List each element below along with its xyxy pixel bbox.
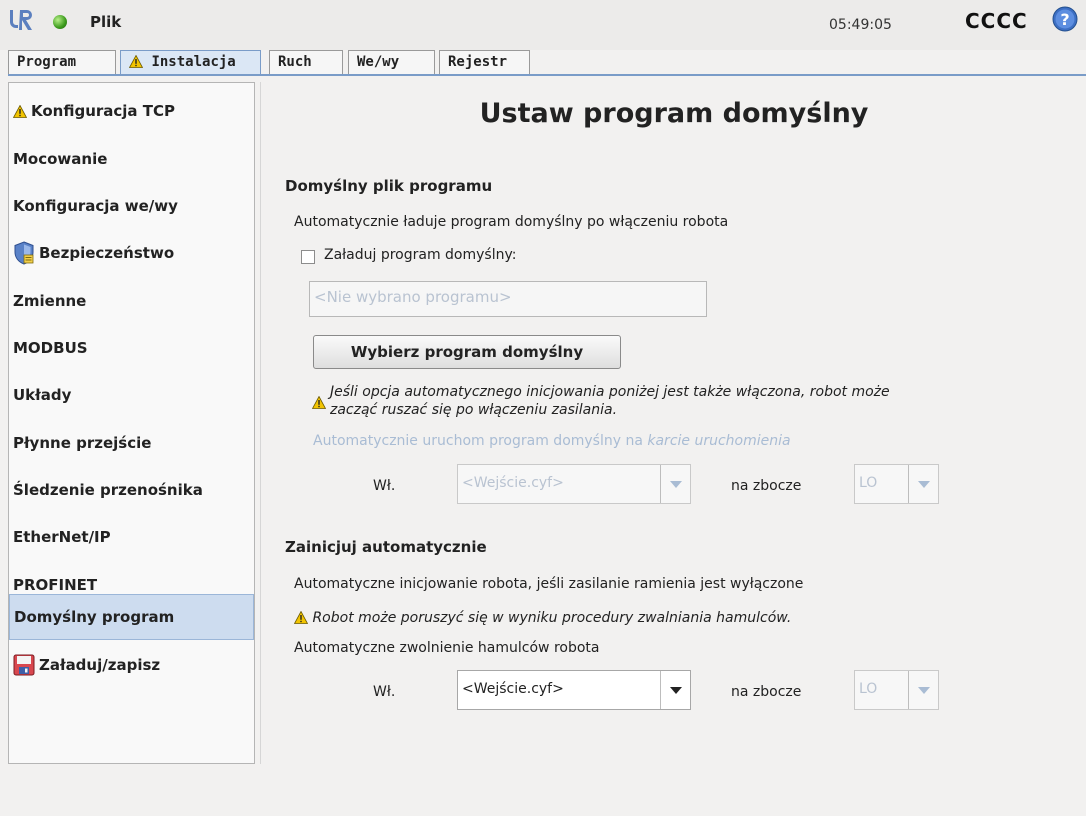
sidebar-item-modbus[interactable]: MODBUS: [9, 326, 254, 370]
sidebar-item-label: EtherNet/IP: [13, 528, 111, 546]
chevron-down-icon: [917, 480, 930, 488]
sidebar-item-plynne-przejscie[interactable]: Płynne przejście: [9, 421, 254, 465]
clock: 05:49:05: [829, 17, 892, 33]
sidebar: Konfiguracja TCP Mocowanie Konfiguracja …: [8, 82, 255, 764]
warning-icon: [13, 104, 27, 118]
robot-name: CCCC: [965, 9, 1028, 33]
brake-input-select[interactable]: <Wejście.cyf>: [457, 670, 691, 710]
select-default-program-button[interactable]: Wybierz program domyślny: [313, 335, 621, 369]
sidebar-item-mocowanie[interactable]: Mocowanie: [9, 137, 254, 181]
section-title-auto-init: Zainicjuj automatycznie: [285, 538, 487, 556]
brake-edge-label: na zbocze: [731, 684, 802, 700]
robot-status-icon: [53, 15, 67, 29]
tab-instalacja[interactable]: Instalacja: [120, 50, 261, 76]
load-default-program-label: Załaduj program domyślny:: [324, 247, 517, 263]
section-description: Automatycznie ładuje program domyślny po…: [294, 214, 729, 230]
svg-text:?: ?: [1060, 10, 1069, 29]
help-icon[interactable]: ?: [1052, 6, 1078, 32]
file-menu[interactable]: Plik: [90, 13, 121, 31]
autostart-warning-line1: Jeśli opcja automatycznego inicjowania p…: [330, 384, 890, 400]
autostart-warning-line2: zacząć ruszać się po włączeniu zasilania…: [330, 402, 618, 418]
sidebar-item-label: Domyślny program: [14, 608, 175, 626]
main-frame: Konfiguracja TCP Mocowanie Konfiguracja …: [8, 74, 1086, 766]
sidebar-item-label: Konfiguracja TCP: [31, 102, 176, 120]
brake-edge-select: LO: [854, 670, 939, 710]
warning-icon: [294, 611, 308, 624]
sidebar-item-label: PROFINET: [13, 576, 98, 594]
sidebar-item-label: Układy: [13, 386, 72, 404]
autostart-edge-label: na zbocze: [731, 478, 802, 494]
tab-rejestr[interactable]: Rejestr: [439, 50, 530, 74]
load-default-program-checkbox[interactable]: [301, 250, 315, 264]
sidebar-item-konfiguracja-tcp[interactable]: Konfiguracja TCP: [9, 89, 254, 133]
brake-on-label: Wł.: [373, 684, 396, 700]
sidebar-item-konfiguracja-we-wy[interactable]: Konfiguracja we/wy: [9, 184, 254, 228]
autostart-on-label: Wł.: [373, 478, 396, 494]
content-panel: Ustaw program domyślny Domyślny plik pro…: [260, 82, 1086, 764]
warning-icon: [312, 396, 326, 409]
sidebar-item-label: MODBUS: [13, 339, 88, 357]
tab-program[interactable]: Program: [8, 50, 116, 74]
autostart-edge-select: LO: [854, 464, 939, 504]
tab-we-wy[interactable]: We/wy: [348, 50, 435, 74]
sidebar-item-sledzenie-przenosnika[interactable]: Śledzenie przenośnika: [9, 468, 254, 512]
warning-icon: [129, 55, 143, 68]
shield-icon: [14, 241, 34, 265]
chevron-down-icon: [669, 686, 682, 694]
default-program-field: <Nie wybrano programu>: [309, 281, 707, 317]
sidebar-item-ethernet-ip[interactable]: EtherNet/IP: [9, 515, 254, 559]
sidebar-item-label: Płynne przejście: [13, 434, 152, 452]
sidebar-item-label: Konfiguracja we/wy: [13, 197, 178, 215]
sidebar-item-label: Śledzenie przenośnika: [13, 481, 203, 499]
section-title-default-file: Domyślny plik programu: [285, 177, 493, 195]
autostart-label: Automatycznie uruchom program domyślny n…: [313, 433, 791, 449]
chevron-down-icon: [917, 686, 930, 694]
tab-ruch[interactable]: Ruch: [269, 50, 343, 74]
sidebar-item-domyslny-program[interactable]: Domyślny program: [9, 594, 254, 640]
brake-release-label: Automatyczne zwolnienie hamulców robota: [294, 640, 600, 656]
sidebar-item-zmienne[interactable]: Zmienne: [9, 279, 254, 323]
sidebar-item-label: Mocowanie: [13, 150, 108, 168]
auto-init-description: Automatyczne inicjowanie robota, jeśli z…: [294, 576, 804, 592]
floppy-icon: [13, 654, 35, 676]
autostart-input-select: <Wejście.cyf>: [457, 464, 691, 504]
title-bar: Plik 05:49:05 CCCC ?: [0, 0, 1086, 50]
brake-warning: Robot może poruszyć się w wyniku procedu…: [294, 610, 791, 626]
sidebar-item-label: Załaduj/zapisz: [39, 656, 161, 674]
sidebar-item-label: Zmienne: [13, 292, 87, 310]
sidebar-item-bezpieczenstwo[interactable]: Bezpieczeństwo: [9, 231, 254, 275]
page-title: Ustaw program domyślny: [479, 98, 869, 129]
chevron-down-icon: [669, 480, 682, 488]
universal-robots-logo: [10, 10, 32, 30]
sidebar-item-zaladuj-zapisz[interactable]: Załaduj/zapisz: [9, 643, 254, 687]
sidebar-item-label: Bezpieczeństwo: [39, 244, 175, 262]
sidebar-item-uklady[interactable]: Układy: [9, 373, 254, 417]
